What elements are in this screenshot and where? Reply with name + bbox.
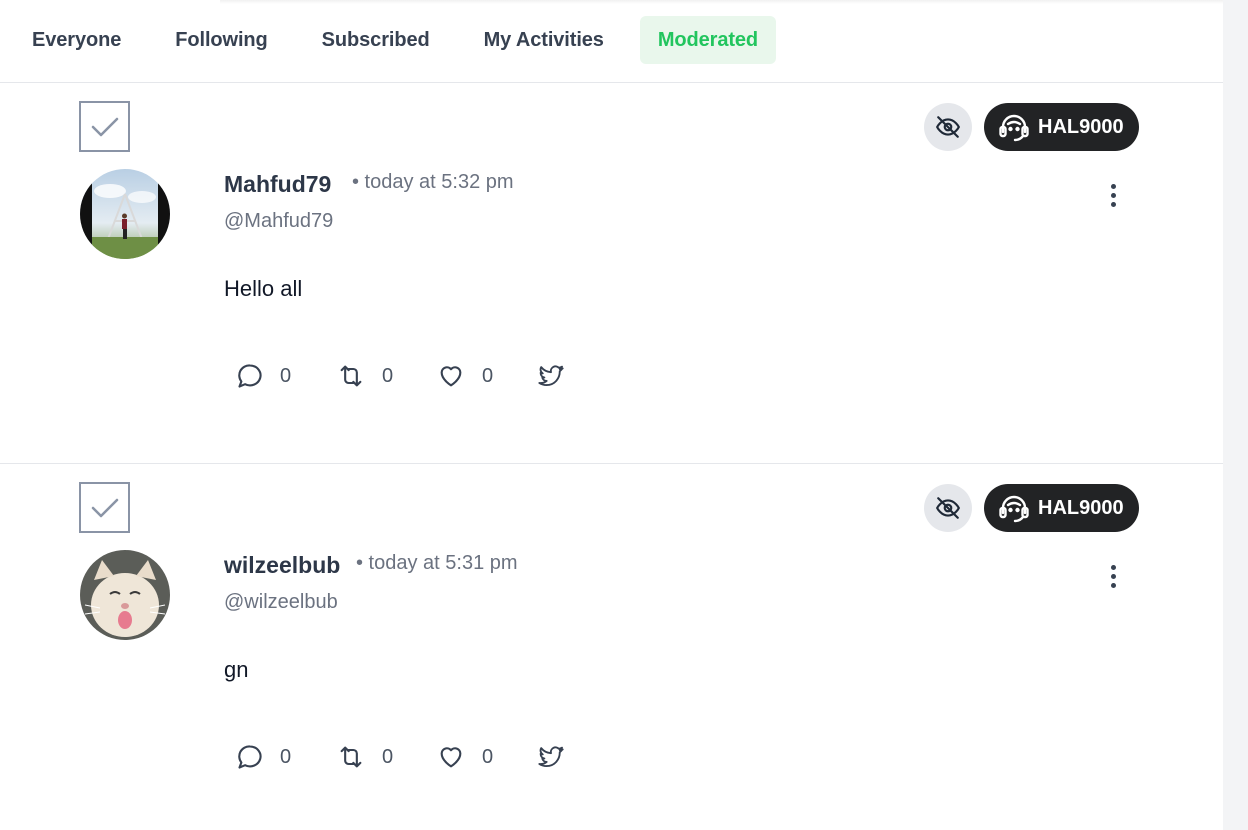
post-actions: 0 0 0 <box>236 361 566 391</box>
post-card: HAL9000 Mahfud79 • today at 5:32 pm @Mah… <box>0 83 1223 464</box>
author-handle[interactable]: @wilzeelbub <box>224 591 338 614</box>
author-handle[interactable]: @Mahfud79 <box>224 210 333 233</box>
more-options-button[interactable] <box>1100 179 1126 211</box>
reply-count: 0 <box>280 364 292 387</box>
tab-my-activities[interactable]: My Activities <box>466 16 622 64</box>
comment-icon <box>238 745 262 769</box>
tab-everyone[interactable]: Everyone <box>14 16 139 64</box>
avatar-photo-cat <box>80 550 170 640</box>
post-timestamp: • today at 5:32 pm <box>352 171 514 193</box>
heart-icon <box>440 747 462 768</box>
post-actions: 0 0 0 <box>236 742 566 772</box>
comment-icon <box>238 364 262 388</box>
kebab-icon <box>1110 183 1116 189</box>
repost-count: 0 <box>382 364 394 387</box>
more-options-button[interactable] <box>1100 560 1126 592</box>
twitter-icon <box>538 746 564 768</box>
select-checkbox[interactable] <box>79 482 130 533</box>
repost-button[interactable]: 0 <box>336 361 436 391</box>
reply-count: 0 <box>280 745 292 768</box>
author-name[interactable]: Mahfud79 <box>224 171 331 198</box>
avatar-photo-landscape <box>80 169 170 259</box>
support-agent-icon <box>999 114 1029 142</box>
twitter-icon <box>538 365 564 387</box>
share-twitter-button[interactable] <box>536 361 566 391</box>
share-twitter-button[interactable] <box>536 742 566 772</box>
support-agent-icon <box>999 495 1029 523</box>
kebab-icon <box>1110 564 1116 570</box>
check-icon <box>91 117 118 136</box>
kebab-dot <box>1110 192 1116 198</box>
eye-off-icon <box>936 116 960 138</box>
scrollbar-track[interactable] <box>1223 0 1248 830</box>
reply-button[interactable]: 0 <box>236 361 336 391</box>
moderator-badge[interactable]: HAL9000 <box>984 103 1139 151</box>
repost-count: 0 <box>382 745 394 768</box>
heart-icon <box>440 366 462 387</box>
tab-moderated[interactable]: Moderated <box>639 16 777 64</box>
eye-off-icon <box>936 497 960 519</box>
feed-panel: Everyone Following Subscribed My Activit… <box>0 0 1223 830</box>
tab-following[interactable]: Following <box>157 16 285 64</box>
reply-button[interactable]: 0 <box>236 742 336 772</box>
like-button[interactable]: 0 <box>436 361 536 391</box>
avatar[interactable] <box>80 169 170 259</box>
like-button[interactable]: 0 <box>436 742 536 772</box>
repost-icon <box>340 746 362 768</box>
like-count: 0 <box>482 364 494 387</box>
feed-tabs: Everyone Following Subscribed My Activit… <box>0 0 1223 83</box>
moderator-name: HAL9000 <box>1038 115 1124 138</box>
moderator-badge[interactable]: HAL9000 <box>984 484 1139 532</box>
repost-button[interactable]: 0 <box>336 742 436 772</box>
repost-icon <box>340 365 362 387</box>
post-card: HAL9000 wilzeelbub • today at 5:31 pm @w… <box>0 464 1223 830</box>
select-checkbox[interactable] <box>79 101 130 152</box>
like-count: 0 <box>482 745 494 768</box>
unhide-button[interactable] <box>924 484 972 532</box>
unhide-button[interactable] <box>924 103 972 151</box>
check-icon <box>91 498 118 517</box>
post-content: gn <box>224 657 249 682</box>
avatar[interactable] <box>80 550 170 640</box>
tab-subscribed[interactable]: Subscribed <box>304 16 448 64</box>
kebab-dot <box>1110 573 1116 579</box>
author-name[interactable]: wilzeelbub <box>224 552 340 579</box>
kebab-dot <box>1110 201 1116 207</box>
post-content: Hello all <box>224 276 303 301</box>
kebab-dot <box>1110 582 1116 588</box>
post-timestamp: • today at 5:31 pm <box>356 552 518 574</box>
moderator-name: HAL9000 <box>1038 496 1124 519</box>
